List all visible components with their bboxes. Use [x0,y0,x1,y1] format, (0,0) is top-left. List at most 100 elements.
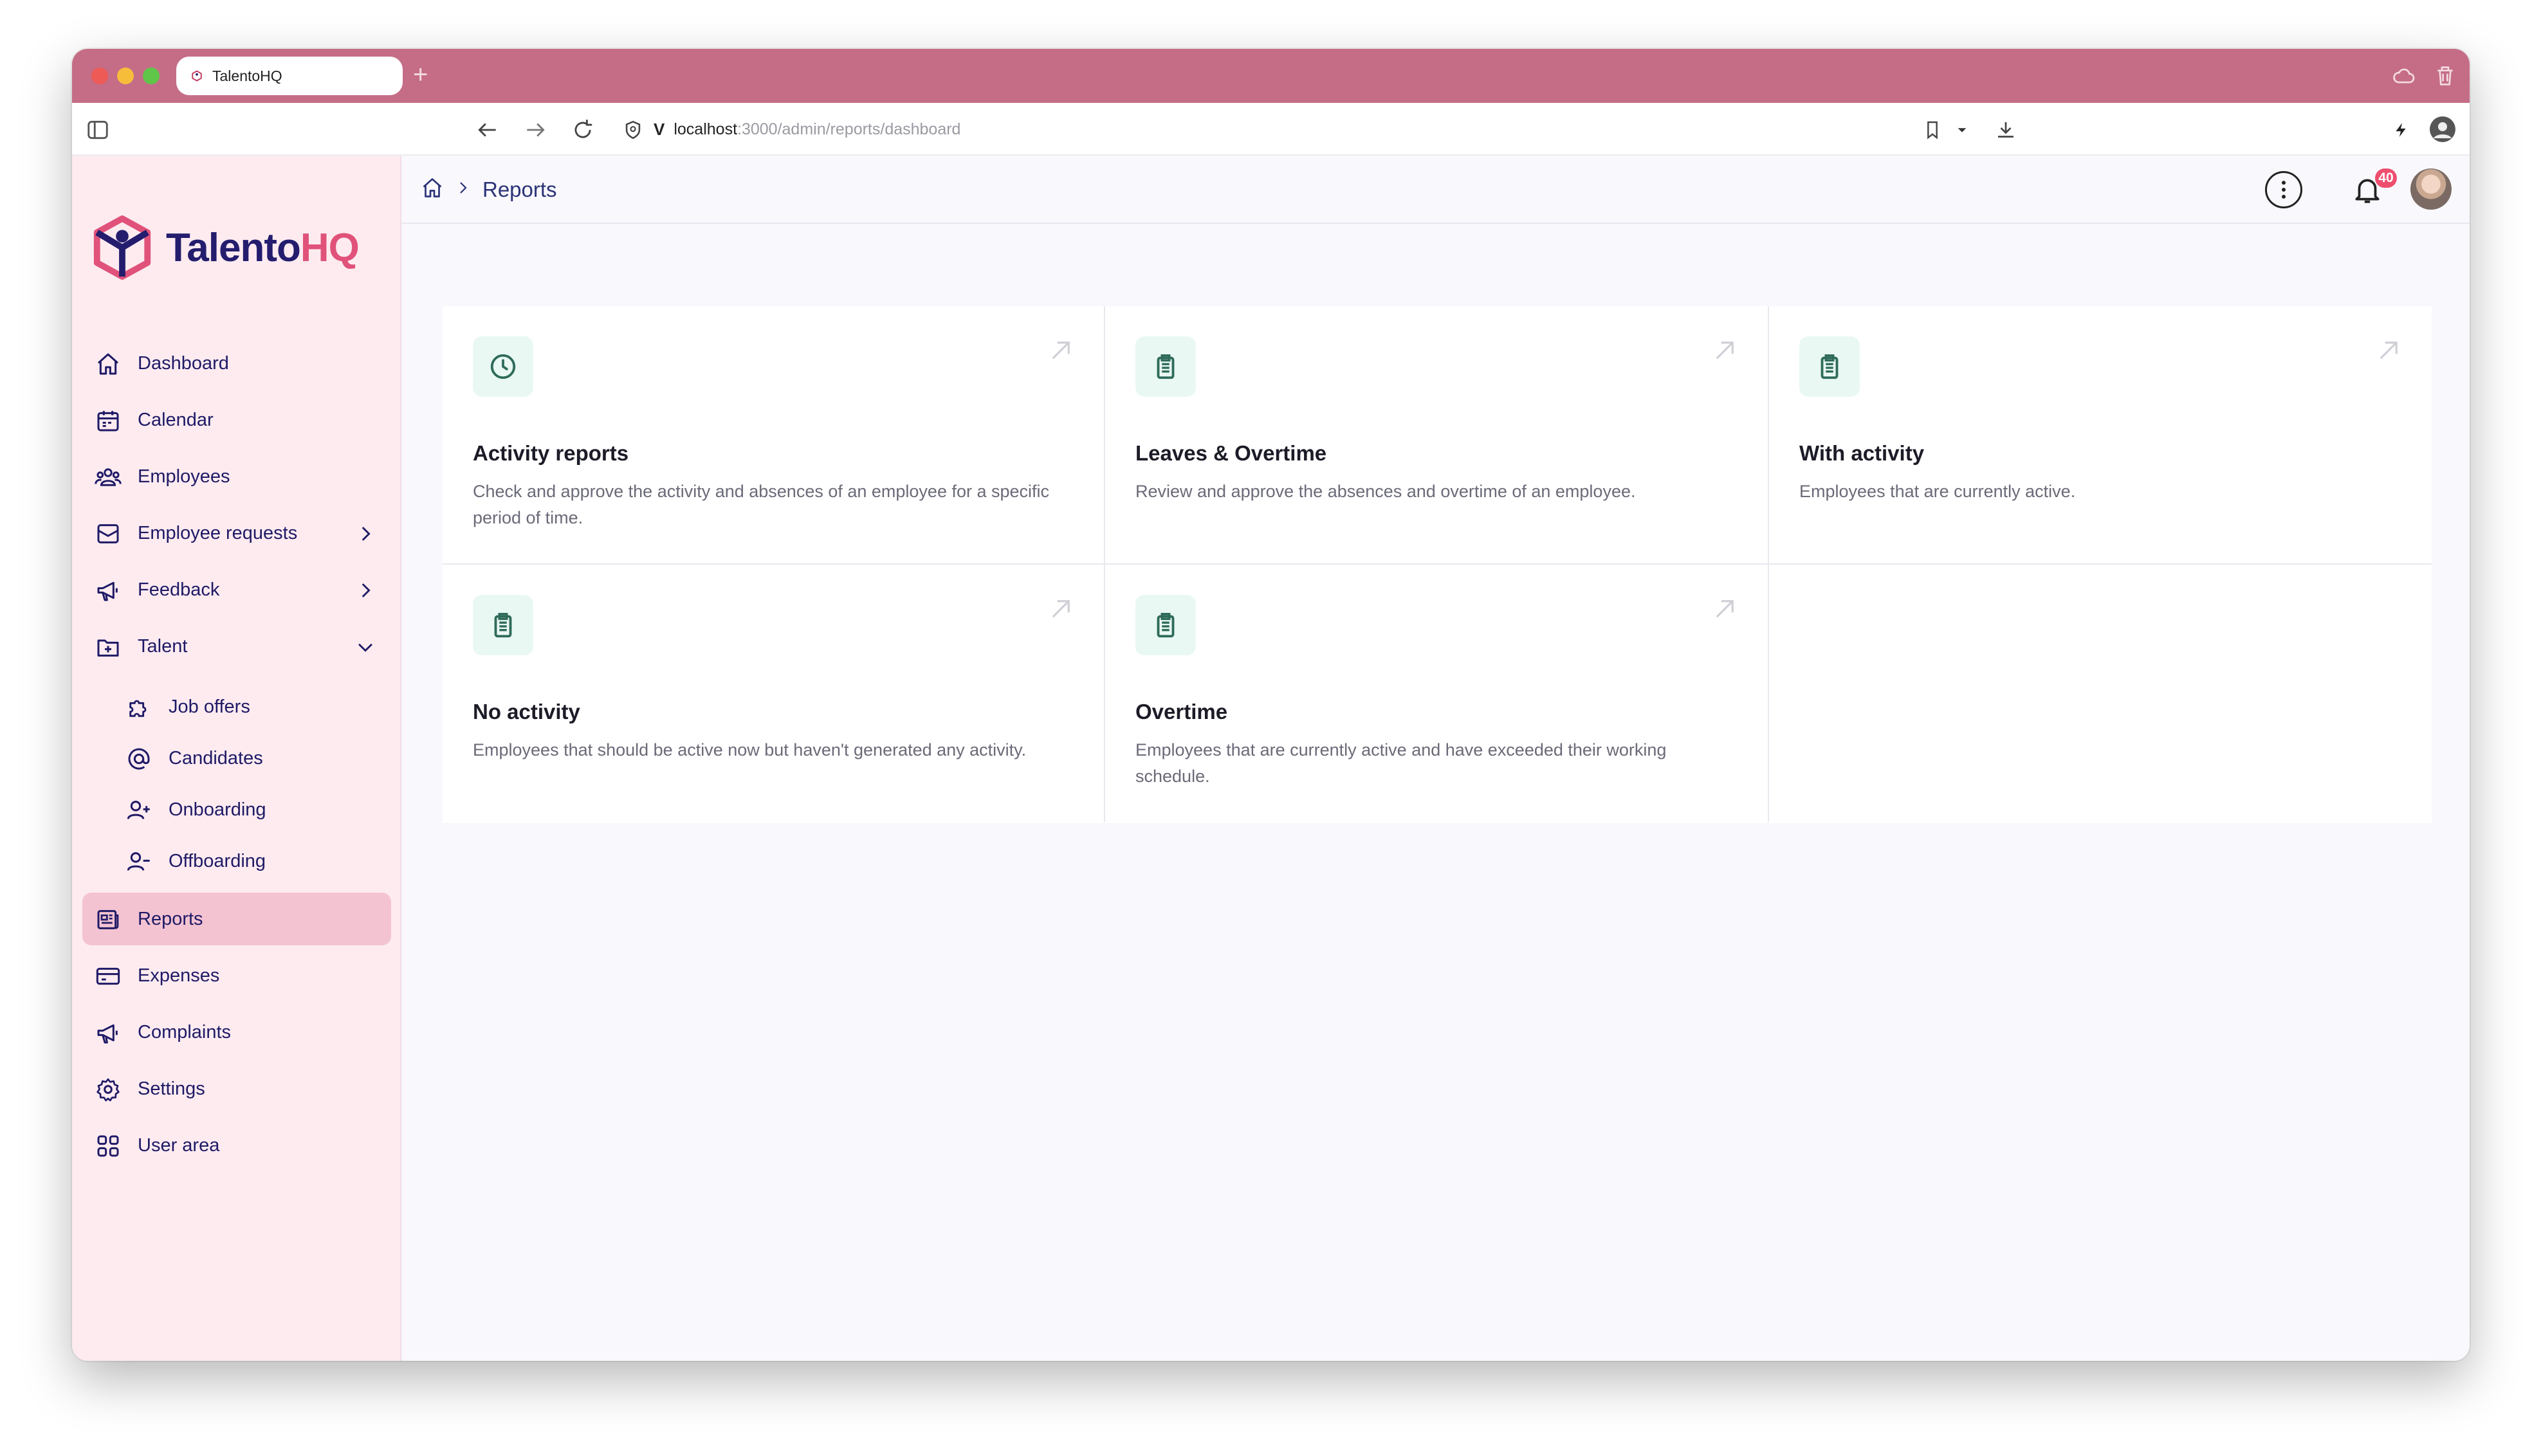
sidebar-item-label: Calendar [138,409,214,430]
maximize-window-button[interactable] [143,68,160,84]
sidebar-item-onboarding[interactable]: Onboarding [113,787,391,832]
trash-icon[interactable] [2432,63,2458,92]
tab-title: TalentoHQ [212,67,282,84]
breadcrumb-current[interactable]: Reports [482,177,557,202]
card-title: Overtime [1135,700,1228,723]
report-card-with-activity[interactable]: With activity Employees that are current… [1769,306,2432,563]
sidebar: TalentoHQ Dashboard Calendar Employees E… [72,156,401,1361]
sidebar-item-expenses[interactable]: Expenses [82,949,391,1002]
chevron-right-icon[interactable] [353,521,378,547]
sidebar-item-label: Settings [138,1078,205,1099]
reload-icon[interactable] [570,117,596,143]
card-description: Review and approve the absences and over… [1135,482,1636,501]
bookmark-icon[interactable] [1920,117,1945,143]
chevron-down-icon[interactable] [353,634,378,660]
sidebar-item-user-area[interactable]: User area [82,1119,391,1172]
url-path: :3000/admin/reports/dashboard [737,120,961,138]
card-description: Employees that are currently active. [1799,482,2076,501]
more-options-button[interactable] [2265,171,2302,208]
new-tab-button[interactable]: + [413,59,428,90]
clipboard-icon [1799,336,1860,397]
gear-icon [94,1075,122,1104]
clipboard-icon [473,595,533,655]
arrow-up-right-icon [1046,594,1076,624]
chevron-down-icon[interactable] [1949,117,1975,143]
sidebar-item-settings[interactable]: Settings [82,1062,391,1115]
report-card-leaves-overtime[interactable]: Leaves & Overtime Review and approve the… [1105,306,1768,563]
folder-plus-icon [94,633,122,661]
url-host: localhost [674,120,738,138]
sidebar-item-label: Expenses [138,965,220,986]
newspaper-icon [94,905,122,934]
sidebar-item-label: Candidates [169,747,263,769]
browser-tab[interactable]: TalentoHQ [176,57,403,95]
user-minus-icon [125,848,153,876]
bolt-icon[interactable] [2388,117,2414,143]
sidebar-item-label: Reports [138,908,203,929]
breadcrumb: Reports [421,176,557,203]
arrow-up-right-icon [2374,336,2403,365]
browser-window: TalentoHQ + V localhost:3000/admin/repo… [72,49,2470,1361]
browser-titlebar: TalentoHQ + [72,49,2470,103]
user-avatar[interactable] [2410,168,2452,210]
close-window-button[interactable] [91,68,108,84]
sidebar-item-calendar[interactable]: Calendar [82,394,391,446]
report-card-no-activity[interactable]: No activity Employees that should be act… [443,565,1104,823]
sidebar-item-feedback[interactable]: Feedback [82,563,391,616]
clipboard-icon [1135,336,1196,397]
cloud-icon[interactable] [2391,63,2417,92]
sidebar-item-label: Complaints [138,1021,232,1042]
sidebar-item-label: Dashboard [138,352,229,374]
card-description: Employees that are currently active and … [1135,740,1667,786]
arrow-up-right-icon [1046,336,1076,365]
clipboard-icon [1135,595,1196,655]
forward-arrow-icon[interactable] [522,117,548,143]
home-icon[interactable] [421,176,444,203]
browser-toolbar: V localhost :3000/admin/reports/dashboar… [72,103,2470,156]
megaphone-icon [94,1019,122,1047]
sidebar-item-offboarding[interactable]: Offboarding [113,839,391,884]
inbox-icon [94,520,122,548]
sidebar-item-talent[interactable]: Talent [82,620,391,673]
sidebar-item-candidates[interactable]: Candidates [113,736,391,781]
report-card-overtime[interactable]: Overtime Employees that are currently ac… [1105,565,1768,823]
chevron-right-icon[interactable] [353,578,378,603]
download-icon[interactable] [1993,117,2019,143]
sidebar-item-complaints[interactable]: Complaints [82,1006,391,1059]
sidebar-item-label: User area [138,1134,220,1156]
site-mode-icon: V [654,119,665,139]
sidebar-item-employees[interactable]: Employees [82,450,391,503]
address-bar[interactable]: V localhost :3000/admin/reports/dashboar… [654,113,2096,145]
users-icon [94,463,122,491]
sidebar-item-reports[interactable]: Reports [82,893,391,945]
reports-grid: Activity reports Check and approve the a… [443,306,2432,823]
credit-card-icon [94,962,122,990]
empty-card-slot [1769,565,2432,823]
sidebar-toggle-icon[interactable] [85,117,111,143]
page-header: Reports 40 [401,156,2470,224]
card-description: Employees that should be active now but … [473,740,1027,760]
sidebar-item-label: Talent [138,635,188,657]
arrow-up-right-icon [1710,336,1739,365]
notification-count-badge: 40 [2375,168,2397,188]
sidebar-item-dashboard[interactable]: Dashboard [82,337,391,390]
profile-icon[interactable] [2426,113,2459,145]
sidebar-item-label: Feedback [138,579,220,600]
card-title: With activity [1799,441,1925,465]
kebab-icon [2282,181,2286,199]
report-card-activity-reports[interactable]: Activity reports Check and approve the a… [443,306,1104,563]
talentohq-logo[interactable]: TalentoHQ [91,215,360,280]
grid-icon [94,1132,122,1160]
sidebar-item-employee-requests[interactable]: Employee requests [82,507,391,560]
card-title: No activity [473,700,580,723]
clock-icon [473,336,533,397]
at-sign-icon [125,745,153,773]
back-arrow-icon[interactable] [475,117,500,143]
sidebar-item-job-offers[interactable]: Job offers [113,684,391,729]
puzzle-icon [125,693,153,722]
sidebar-item-label: Employees [138,466,230,487]
sidebar-item-label: Offboarding [169,850,266,871]
megaphone-icon [94,576,122,605]
minimize-window-button[interactable] [117,68,134,84]
shield-icon[interactable] [620,117,646,143]
